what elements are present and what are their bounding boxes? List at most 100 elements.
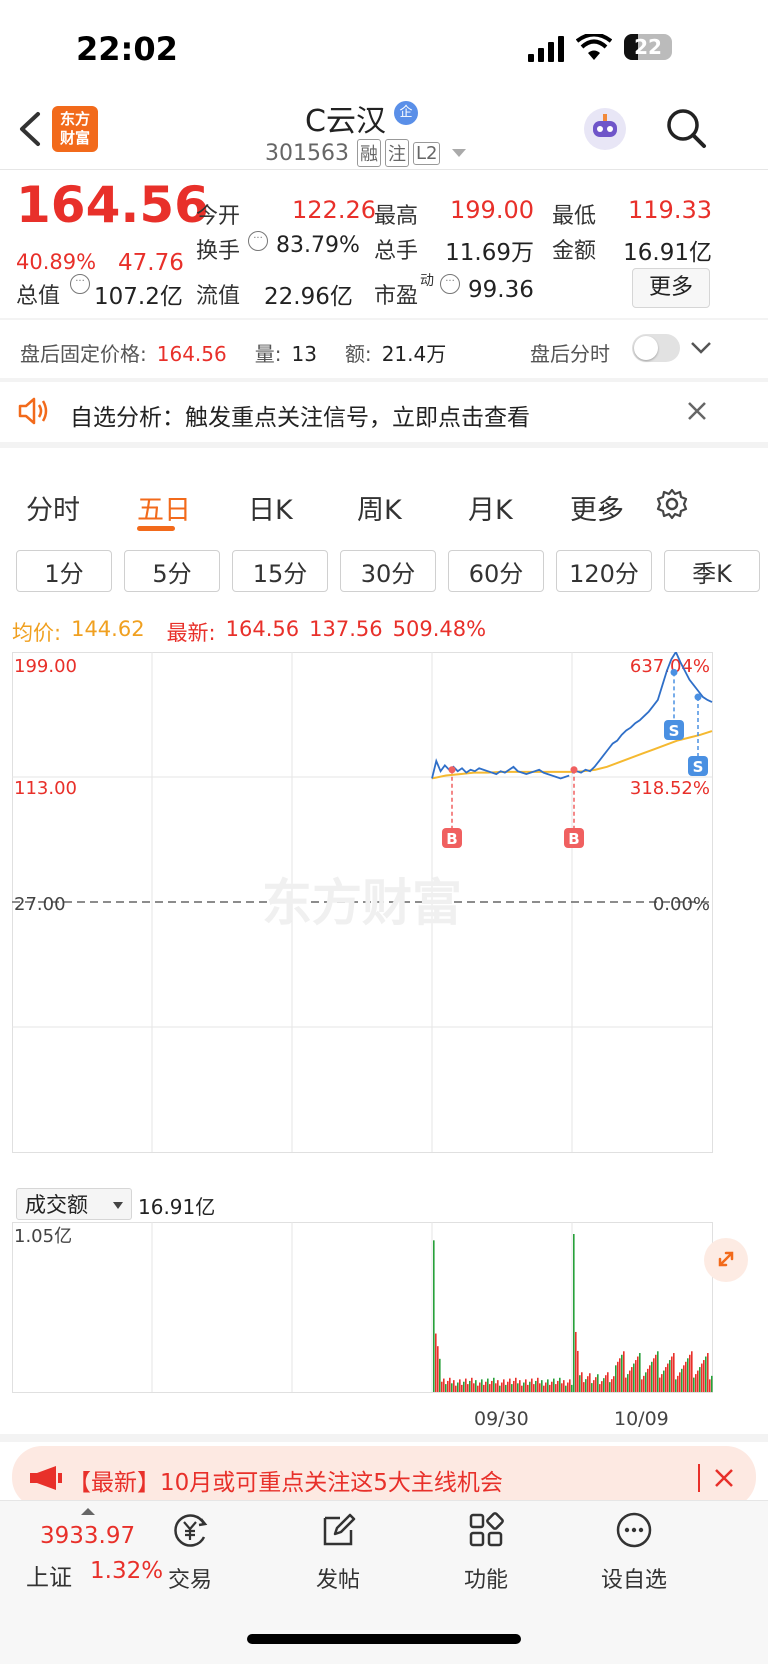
y-tick-left: 27.00 [14,894,66,915]
volume-bar [593,1380,595,1392]
expand-icon[interactable] [704,1238,748,1282]
tab-3[interactable]: 日K [248,488,293,527]
notice-text[interactable]: 自选分析：触发重点关注信号，立即点击查看 [70,398,530,432]
volume-bar [639,1353,641,1392]
volume-type-selector[interactable]: 成交额 [16,1188,132,1220]
volume-bar [657,1351,659,1392]
margin-tag: 融 [356,139,381,167]
stock-code-row: 301563 融 注 L2 [265,139,467,167]
volume-bar [643,1375,645,1392]
period-button-5[interactable]: 60分 [448,550,544,592]
settings-gear-icon[interactable] [655,487,689,525]
after-hours-row: 盘后固定价格: 164.56 量: 13 额: 21.4万 [20,338,446,367]
volume-frame [12,1222,713,1393]
y-tick-right: 0.00% [653,894,710,915]
volume-bar [551,1381,553,1392]
volume-bar [675,1379,677,1392]
banner-text[interactable]: 【最新】10月或可重点关注这5大主线机会 [68,1463,503,1497]
volume-bar [495,1383,497,1392]
chevron-down-icon[interactable] [690,340,712,360]
close-notice-icon[interactable] [686,400,708,426]
period-button-4[interactable]: 30分 [340,550,436,592]
level2-tag: L2 [412,141,441,165]
marker-dot [694,693,702,701]
volume-bar [677,1375,679,1392]
stock-code: 301563 [265,140,349,166]
volume-bar [567,1382,569,1392]
latest-change: 137.56 [309,617,383,641]
volume-bar [475,1380,477,1392]
speaker-icon [16,396,52,430]
volume-bar [443,1378,445,1392]
volume-bar [665,1367,667,1392]
dropdown-caret-icon[interactable] [452,149,467,157]
volume-bar [479,1382,481,1392]
volume-bar [601,1381,603,1392]
nav-item-4[interactable]: 设自选 [574,1510,694,1594]
period-button-3[interactable]: 15分 [232,550,328,592]
volume-bar [459,1379,461,1392]
pe-info-icon[interactable]: ··· [440,274,460,294]
pe-dynamic-sup: 动 [420,273,434,289]
after-hours-toggle[interactable] [632,334,680,362]
period-button-7[interactable]: 季K [664,550,760,592]
volume-bar [523,1382,525,1392]
more-quote-button[interactable]: 更多 [632,268,710,308]
volume-bar [481,1379,483,1392]
nav-item-1[interactable]: 交易 [130,1510,250,1594]
tab-5[interactable]: 月K [468,488,513,527]
nav-item-3[interactable]: 功能 [426,1510,546,1594]
back-button[interactable] [16,110,42,152]
volume-bar [697,1370,699,1392]
volume-bar [703,1360,705,1392]
volume-bar [577,1350,579,1392]
period-button-6[interactable]: 120分 [556,550,652,592]
volume-bar [525,1379,527,1392]
latest-percent: 509.48% [392,617,487,641]
nav-item-label: 设自选 [600,1568,667,1593]
yen-circle-icon [170,1510,210,1556]
volume-bar [649,1365,651,1392]
volume-bar [655,1354,657,1392]
logo-line1: 东方 [59,110,90,128]
after-hours-vol-label: 量: [254,342,282,366]
trade-marker-label: S [693,758,704,776]
attention-tag: 注 [384,139,409,167]
watermark: 东方财富 [262,874,462,932]
tab-1[interactable]: 分时 [26,488,80,527]
high-value: 199.00 [450,196,534,224]
volume-bar [477,1385,479,1392]
volume-bar [573,1234,575,1392]
trade-marker-label: S [669,722,680,740]
search-icon[interactable] [664,106,708,154]
volume-bar [439,1358,441,1392]
close-banner-icon[interactable] [714,1468,734,1492]
volume-bar [591,1383,593,1392]
volume-chart[interactable]: 1.05亿 [12,1222,756,1408]
index-expand-caret-icon[interactable] [81,1508,95,1515]
volume-bar [463,1381,465,1392]
volume-bar [693,1377,695,1392]
low-label: 最低 [552,204,597,229]
volume-bar [671,1356,673,1392]
tab-4[interactable]: 周K [357,488,402,527]
volume-bar [457,1382,459,1392]
index-value[interactable]: 3933.97 [40,1523,135,1549]
volume-bar [569,1379,571,1392]
robot-assistant-icon[interactable] [584,108,626,150]
period-button-2[interactable]: 5分 [124,550,220,592]
nav-item-2[interactable]: 发帖 [278,1510,398,1594]
y-tick-right: 318.52% [630,778,710,799]
turnover-info-icon[interactable]: ··· [248,231,268,251]
volume-bar [561,1383,563,1392]
market-cap-info-icon[interactable]: ··· [70,274,90,294]
volume-bar [621,1354,623,1392]
tab-2[interactable]: 五日 [137,488,191,527]
volume-bar [521,1385,523,1392]
volume-bar [539,1383,541,1392]
stock-name: C云汉 [305,104,386,139]
volume-bar [681,1368,683,1392]
period-button-1[interactable]: 1分 [16,550,112,592]
tab-6[interactable]: 更多 [570,488,624,527]
price-chart[interactable]: 东方财富 199.00 113.00 27.00 637.04% 318.52% 0.00%… [12,652,756,1172]
